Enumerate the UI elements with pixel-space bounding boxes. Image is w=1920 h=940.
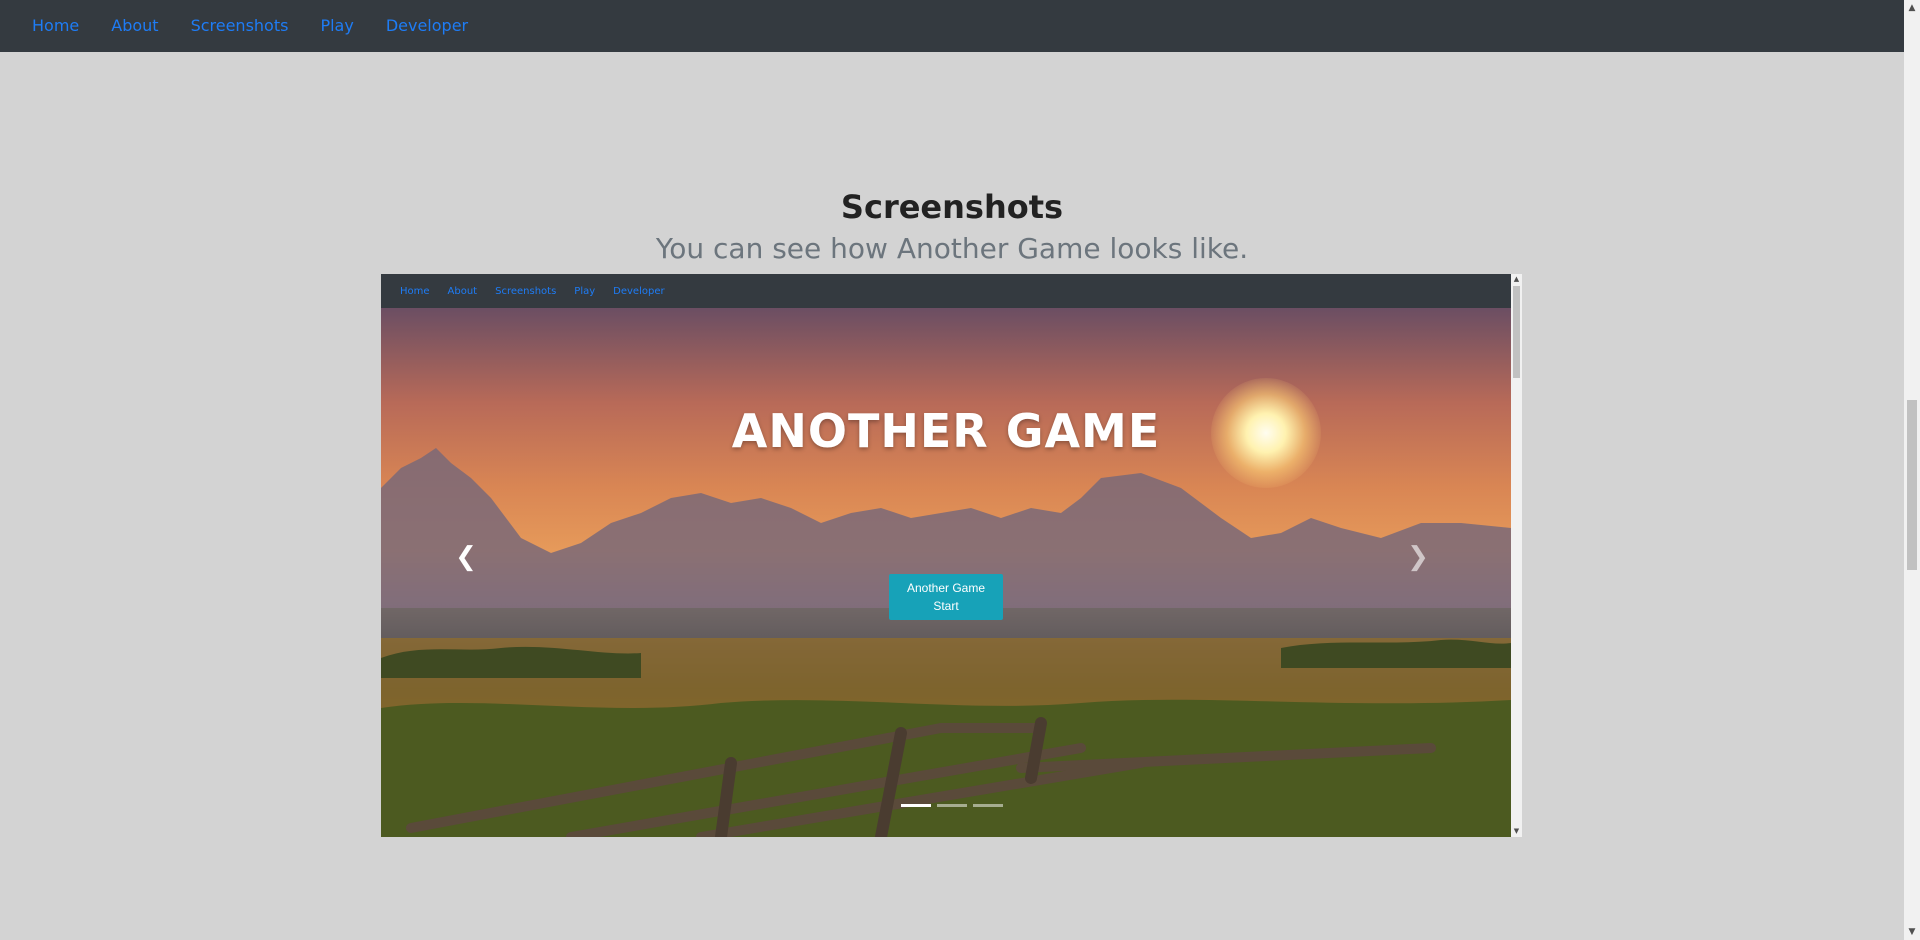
scroll-down-arrow-icon[interactable]: ▼ [1511,826,1522,837]
embedded-nav-play[interactable]: Play [565,286,604,297]
page-scroll-up-icon[interactable]: ▲ [1904,0,1920,16]
start-button[interactable]: Another Game Start [889,574,1003,620]
start-button-line1: Another Game [906,581,986,595]
hero-title: ANOTHER GAME [731,404,1161,458]
section-subtitle: You can see how Another Game looks like. [655,232,1249,265]
frame-scrollbar[interactable]: ▲ ▼ [1511,274,1522,837]
frame-scrollbar-thumb[interactable] [1513,286,1520,378]
embedded-nav: Home About Screenshots Play Developer [381,274,1511,308]
carousel-indicator[interactable] [901,804,931,807]
nav-play[interactable]: Play [304,0,369,52]
nav-screenshots[interactable]: Screenshots [175,0,305,52]
hero-carousel: ANOTHER GAME Another Game Start ❮ ❯ [381,308,1511,837]
top-nav: Home About Screenshots Play Developer [0,0,1904,52]
page-scroll-down-icon[interactable]: ▼ [1904,924,1920,940]
scroll-up-arrow-icon[interactable]: ▲ [1511,274,1522,285]
landscape-illustration [381,448,1511,837]
page-scrollbar[interactable]: ▲ ▼ [1904,0,1920,940]
chevron-left-icon[interactable]: ❮ [451,542,481,572]
section-title: Screenshots [840,188,1064,226]
start-button-line2: Start [933,599,959,613]
embedded-nav-screenshots[interactable]: Screenshots [486,286,565,297]
chevron-right-icon[interactable]: ❯ [1403,542,1433,572]
embedded-nav-home[interactable]: Home [391,286,439,297]
embedded-nav-developer[interactable]: Developer [604,286,673,297]
screenshot-frame[interactable]: Home About Screenshots Play Developer AN… [381,274,1522,837]
screenshot-viewport: Home About Screenshots Play Developer AN… [381,274,1511,837]
embedded-nav-about[interactable]: About [439,286,487,297]
nav-home[interactable]: Home [16,0,95,52]
nav-about[interactable]: About [95,0,174,52]
carousel-indicator[interactable] [973,804,1003,807]
carousel-indicators [901,804,1003,807]
nav-developer[interactable]: Developer [370,0,484,52]
page-scrollbar-thumb[interactable] [1907,400,1917,570]
carousel-indicator[interactable] [937,804,967,807]
